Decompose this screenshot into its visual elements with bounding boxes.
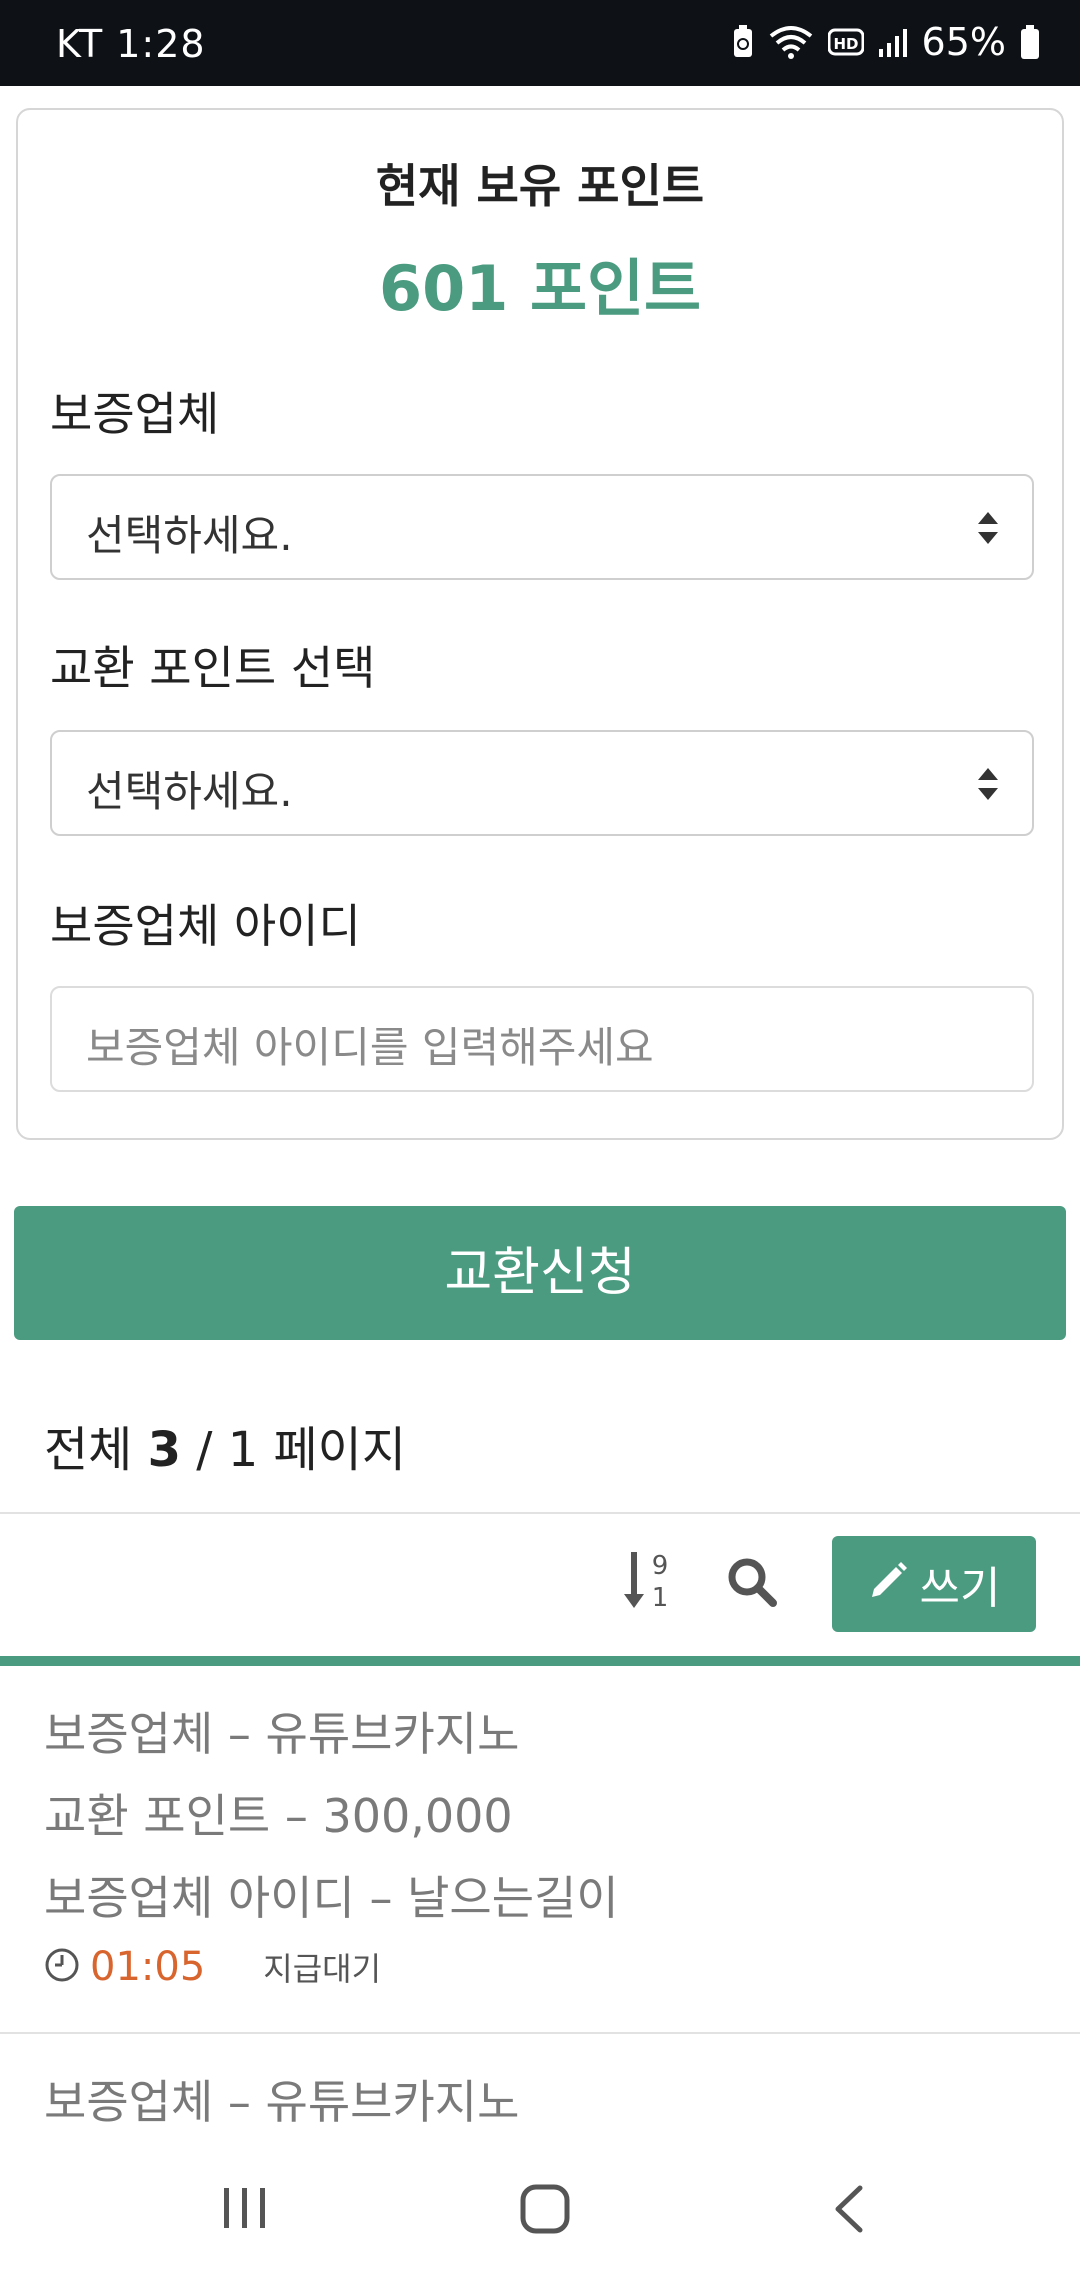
navigation-bar xyxy=(0,2140,1080,2280)
battery-percent: 65% xyxy=(921,20,1006,64)
svg-text:1: 1 xyxy=(652,1583,669,1612)
wifi-icon xyxy=(768,25,814,59)
exchange-points-select[interactable]: 선택하세요. xyxy=(50,730,1034,836)
current-points-title: 현재 보유 포인트 xyxy=(375,159,705,213)
divider xyxy=(0,1512,1080,1514)
status-icons: HD 65% xyxy=(732,20,1040,64)
exchange-form-card: 현재 보유 포인트 601 포인트 보증업체 선택하세요. 교환 포인트 선택 … xyxy=(16,108,1064,1140)
list-item-company[interactable]: 보증업체 – 유튜브카지노 xyxy=(44,2066,519,2132)
list-item-company-id[interactable]: 보증업체 아이디 – 날으는길이 xyxy=(44,1862,619,1928)
write-label: 쓰기 xyxy=(919,1563,1001,1614)
divider xyxy=(0,2032,1080,2034)
select-arrows-icon xyxy=(976,766,1000,806)
svg-text:HD: HD xyxy=(833,35,858,53)
list-item-points[interactable]: 교환 포인트 – 300,000 xyxy=(44,1780,513,1846)
list-item-time: 01:05 xyxy=(90,1944,206,1990)
signal-icon xyxy=(878,27,908,57)
page-separator: / xyxy=(196,1422,213,1478)
clock-icon xyxy=(44,1947,80,1987)
list-item-company[interactable]: 보증업체 – 유튜브카지노 xyxy=(44,1698,519,1764)
company-id-placeholder: 보증업체 아이디를 입력해주세요 xyxy=(86,1023,654,1072)
company-id-label: 보증업체 아이디 xyxy=(50,899,361,953)
status-bar: KT 1:28 HD 65% xyxy=(0,0,1080,86)
exchange-submit-button[interactable]: 교환신청 xyxy=(14,1206,1066,1340)
page-info: 전체 3 / 1 페이지 xyxy=(44,1410,406,1480)
company-label: 보증업체 xyxy=(50,387,220,441)
write-button[interactable]: 쓰기 xyxy=(832,1536,1036,1632)
company-select[interactable]: 선택하세요. xyxy=(50,474,1034,580)
total-count: 3 xyxy=(147,1422,181,1478)
page-count: 1 페이지 xyxy=(227,1422,406,1478)
home-icon[interactable] xyxy=(520,2184,570,2238)
battery-icon xyxy=(1020,25,1040,59)
company-select-value: 선택하세요. xyxy=(86,511,293,560)
carrier-time: KT 1:28 xyxy=(56,22,206,66)
exchange-points-label: 교환 포인트 선택 xyxy=(50,641,376,695)
list-top-border xyxy=(0,1656,1080,1666)
current-points-value: 601 포인트 xyxy=(378,252,702,325)
search-icon[interactable] xyxy=(726,1556,778,1612)
list-item-status: 지급대기 xyxy=(263,1950,382,1988)
exchange-select-value: 선택하세요. xyxy=(86,767,293,816)
svg-text:9: 9 xyxy=(652,1551,669,1581)
company-id-input[interactable]: 보증업체 아이디를 입력해주세요 xyxy=(50,986,1034,1092)
battery-saver-icon xyxy=(732,25,754,59)
hd-icon: HD xyxy=(827,27,864,57)
back-icon[interactable] xyxy=(832,2184,866,2238)
recent-apps-icon[interactable] xyxy=(222,2184,268,2236)
list-item-meta: 01:05 지급대기 xyxy=(44,1944,381,1990)
pencil-icon xyxy=(868,1559,908,1610)
select-arrows-icon xyxy=(976,510,1000,550)
total-label: 전체 xyxy=(44,1422,133,1478)
sort-numeric-desc-icon[interactable]: 9 1 xyxy=(624,1548,674,1616)
